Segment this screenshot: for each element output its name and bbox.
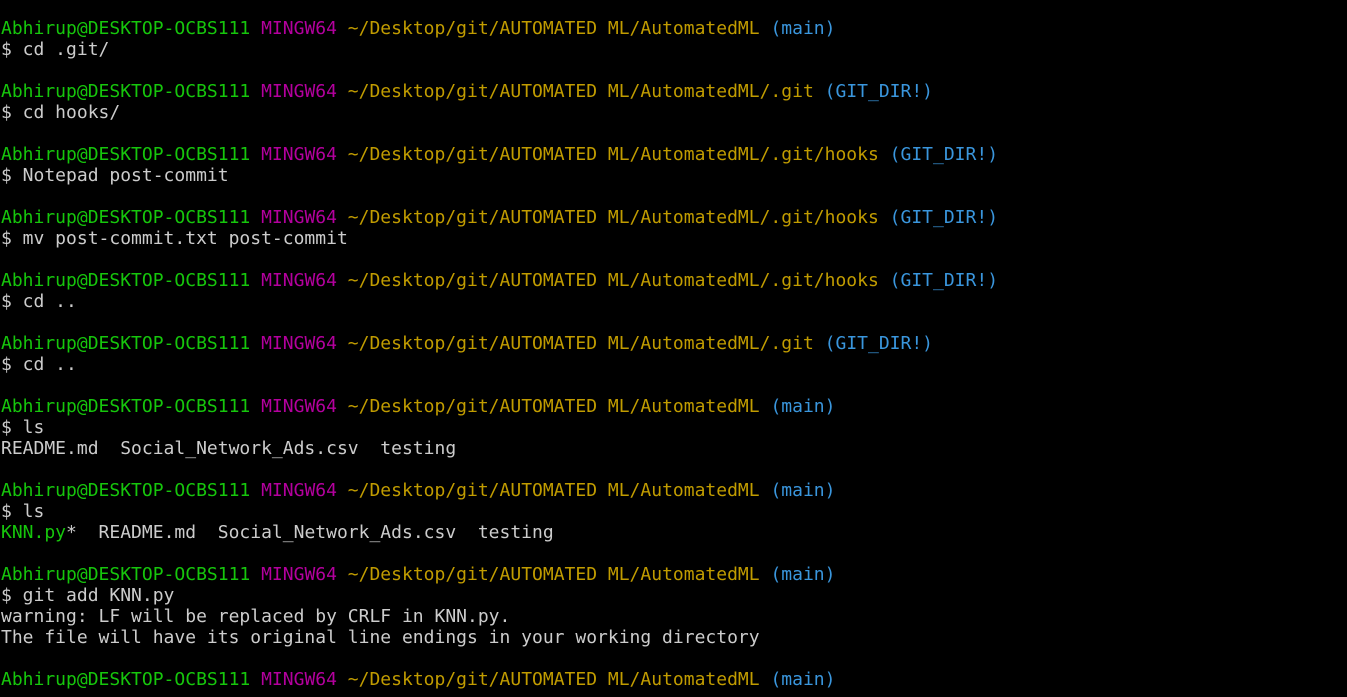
prompt-env: MINGW64 [261,270,337,291]
output-text: warning: LF will be replaced by CRLF in … [1,606,511,627]
prompt-line: Abhirup@DESKTOP-OCBS111 MINGW64 ~/Deskto… [1,669,1347,690]
prompt-env: MINGW64 [261,564,337,585]
prompt-branch: (main) [770,564,836,585]
prompt-branch: (main) [770,480,836,501]
prompt-line: Abhirup@DESKTOP-OCBS111 MINGW64 ~/Deskto… [1,564,1347,585]
command-text: $ cd .git/ [1,39,110,60]
prompt-branch: (GIT_DIR!) [889,144,999,165]
prompt-user: Abhirup@DESKTOP-OCBS111 [1,18,251,39]
command-text: $ mv post-commit.txt post-commit [1,228,348,249]
prompt-env: MINGW64 [261,480,337,501]
command-line: $ Notepad post-commit [1,165,1347,186]
prompt-user: Abhirup@DESKTOP-OCBS111 [1,270,251,291]
prompt-line: Abhirup@DESKTOP-OCBS111 MINGW64 ~/Deskto… [1,144,1347,165]
output-executable-file: KNN.py [1,522,67,543]
prompt-path: ~/Desktop/git/AUTOMATED ML/AutomatedML/.… [347,270,879,291]
prompt-branch: (main) [770,18,836,39]
output-text: The file will have its original line end… [1,627,760,648]
prompt-env: MINGW64 [261,207,337,228]
prompt-path: ~/Desktop/git/AUTOMATED ML/AutomatedML [347,669,760,690]
prompt-line: Abhirup@DESKTOP-OCBS111 MINGW64 ~/Deskto… [1,396,1347,417]
command-line: $ cd .git/ [1,39,1347,60]
command-text: $ cd .. [1,354,77,375]
prompt-branch: (main) [770,396,836,417]
output-line: README.md Social_Network_Ads.csv testing [1,438,1347,459]
command-line: $ ls [1,501,1347,522]
prompt-path: ~/Desktop/git/AUTOMATED ML/AutomatedML [347,18,760,39]
output-text: README.md Social_Network_Ads.csv testing [1,438,457,459]
prompt-branch: (GIT_DIR!) [824,333,934,354]
prompt-path: ~/Desktop/git/AUTOMATED ML/AutomatedML [347,480,760,501]
prompt-line: Abhirup@DESKTOP-OCBS111 MINGW64 ~/Deskto… [1,18,1347,39]
output-text: * README.md Social_Network_Ads.csv testi… [66,522,554,543]
prompt-path: ~/Desktop/git/AUTOMATED ML/AutomatedML/.… [347,207,879,228]
prompt-user: Abhirup@DESKTOP-OCBS111 [1,144,251,165]
prompt-path: ~/Desktop/git/AUTOMATED ML/AutomatedML/.… [347,333,814,354]
prompt-user: Abhirup@DESKTOP-OCBS111 [1,207,251,228]
command-line: $ cd hooks/ [1,102,1347,123]
prompt-user: Abhirup@DESKTOP-OCBS111 [1,396,251,417]
prompt-user: Abhirup@DESKTOP-OCBS111 [1,81,251,102]
command-text: $ cd .. [1,291,77,312]
command-text: $ ls [1,417,45,438]
prompt-env: MINGW64 [261,333,337,354]
command-text: $ cd hooks/ [1,102,121,123]
prompt-line: Abhirup@DESKTOP-OCBS111 MINGW64 ~/Deskto… [1,207,1347,228]
terminal-window[interactable]: Abhirup@DESKTOP-OCBS111 MINGW64 ~/Deskto… [0,0,1347,697]
command-line: $ mv post-commit.txt post-commit [1,228,1347,249]
prompt-path: ~/Desktop/git/AUTOMATED ML/AutomatedML [347,564,760,585]
prompt-branch: (GIT_DIR!) [824,81,934,102]
output-line: The file will have its original line end… [1,627,1347,648]
prompt-line: Abhirup@DESKTOP-OCBS111 MINGW64 ~/Deskto… [1,270,1347,291]
prompt-path: ~/Desktop/git/AUTOMATED ML/AutomatedML/.… [347,144,879,165]
command-line: $ cd .. [1,354,1347,375]
prompt-line: Abhirup@DESKTOP-OCBS111 MINGW64 ~/Deskto… [1,333,1347,354]
prompt-user: Abhirup@DESKTOP-OCBS111 [1,669,251,690]
output-line: KNN.py* README.md Social_Network_Ads.csv… [1,522,1347,543]
prompt-path: ~/Desktop/git/AUTOMATED ML/AutomatedML/.… [347,81,814,102]
prompt-path: ~/Desktop/git/AUTOMATED ML/AutomatedML [347,396,760,417]
prompt-branch: (GIT_DIR!) [889,207,999,228]
prompt-user: Abhirup@DESKTOP-OCBS111 [1,333,251,354]
command-line: $ cd .. [1,291,1347,312]
prompt-env: MINGW64 [261,81,337,102]
command-text: $ git add KNN.py [1,585,175,606]
prompt-user: Abhirup@DESKTOP-OCBS111 [1,564,251,585]
prompt-line: Abhirup@DESKTOP-OCBS111 MINGW64 ~/Deskto… [1,81,1347,102]
prompt-user: Abhirup@DESKTOP-OCBS111 [1,480,251,501]
prompt-env: MINGW64 [261,396,337,417]
command-text: $ ls [1,501,45,522]
command-text: $ Notepad post-commit [1,165,229,186]
prompt-env: MINGW64 [261,669,337,690]
command-line: $ ls [1,417,1347,438]
prompt-env: MINGW64 [261,144,337,165]
prompt-line: Abhirup@DESKTOP-OCBS111 MINGW64 ~/Deskto… [1,480,1347,501]
output-line: warning: LF will be replaced by CRLF in … [1,606,1347,627]
prompt-branch: (GIT_DIR!) [889,270,999,291]
prompt-env: MINGW64 [261,18,337,39]
prompt-branch: (main) [770,669,836,690]
command-line: $ git add KNN.py [1,585,1347,606]
